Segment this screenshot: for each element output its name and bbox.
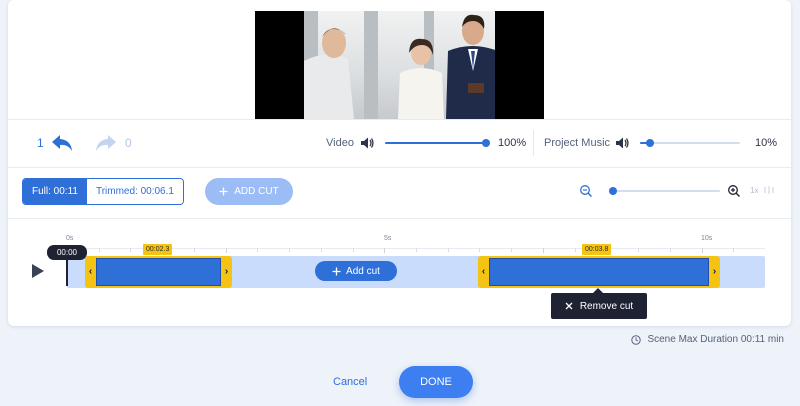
divider-timeline bbox=[8, 218, 791, 219]
ruler-tick bbox=[130, 248, 132, 252]
clip-2[interactable]: ‹ › bbox=[478, 256, 720, 288]
ruler-tick bbox=[416, 248, 417, 252]
clip-1-right-handle[interactable]: › bbox=[221, 256, 232, 288]
ruler-label-5s: 5s bbox=[384, 235, 392, 242]
done-button[interactable]: DONE bbox=[399, 366, 473, 398]
clip-1[interactable]: ‹ › bbox=[85, 256, 232, 288]
clip-2-right-handle[interactable]: › bbox=[709, 256, 720, 288]
clip-1-time-badge: 00:02.3 bbox=[143, 244, 173, 255]
zoom-out-button[interactable] bbox=[579, 184, 593, 198]
undo-arrow-icon bbox=[52, 135, 72, 151]
ruler-tick bbox=[447, 248, 449, 252]
redo-count: 0 bbox=[125, 136, 132, 150]
ruler-tick bbox=[542, 248, 544, 253]
ruler-label-0s: 0s bbox=[66, 235, 74, 242]
video-mute-button[interactable] bbox=[360, 136, 374, 150]
play-icon bbox=[32, 264, 44, 278]
ruler-tick bbox=[669, 248, 671, 252]
play-button[interactable] bbox=[31, 263, 45, 279]
clip-2-body[interactable] bbox=[489, 258, 709, 286]
ruler-tick bbox=[479, 248, 481, 252]
zoom-thumb[interactable] bbox=[609, 187, 617, 195]
clip-2-left-handle[interactable]: ‹ bbox=[478, 256, 489, 288]
zoom-level-label: 1x bbox=[750, 186, 759, 195]
ruler-tick bbox=[225, 248, 227, 253]
clip-2-time-badge: 00:03.8 bbox=[582, 244, 612, 255]
video-volume-fill bbox=[385, 142, 486, 144]
add-cut-inline-button[interactable]: Add cut bbox=[315, 261, 397, 281]
ruler-tick bbox=[384, 248, 386, 253]
ruler-tick bbox=[574, 248, 576, 252]
add-cut-inline-label: Add cut bbox=[346, 265, 380, 277]
video-volume-thumb[interactable] bbox=[482, 139, 490, 147]
video-volume-label: Video bbox=[326, 137, 354, 149]
close-icon bbox=[565, 302, 573, 310]
ruler-tick bbox=[98, 248, 100, 252]
music-volume-slider[interactable] bbox=[640, 139, 740, 147]
ruler-tick bbox=[257, 248, 259, 252]
clip-1-left-handle[interactable]: ‹ bbox=[85, 256, 96, 288]
plus-icon bbox=[219, 187, 228, 196]
speaker-icon bbox=[361, 137, 374, 149]
remove-cut-button[interactable]: Remove cut bbox=[551, 293, 647, 319]
video-volume-value: 100% bbox=[498, 137, 527, 149]
audio-separator bbox=[533, 130, 534, 156]
person-1 bbox=[304, 28, 354, 119]
music-volume-thumb[interactable] bbox=[646, 139, 654, 147]
add-cut-label: ADD CUT bbox=[234, 186, 279, 197]
playhead-time: 00:00 bbox=[47, 245, 87, 260]
clip-1-body[interactable] bbox=[96, 258, 221, 286]
remove-cut-label: Remove cut bbox=[579, 300, 634, 312]
max-duration-label: Scene Max Duration 00:11 min bbox=[647, 334, 784, 345]
ruler-tick bbox=[320, 248, 322, 252]
ruler-tick bbox=[193, 248, 195, 252]
music-volume-label: Project Music bbox=[544, 137, 611, 149]
divider-top bbox=[8, 119, 791, 120]
speaker-icon bbox=[616, 137, 629, 149]
music-volume-value: 10% bbox=[755, 137, 778, 149]
ruler-tick bbox=[511, 248, 513, 252]
video-volume-slider[interactable] bbox=[385, 139, 490, 147]
trim-mode-toggle: Full: 00:11 Trimmed: 00:06.1 bbox=[22, 178, 184, 205]
video-preview[interactable] bbox=[255, 11, 544, 119]
redo-button[interactable] bbox=[94, 133, 118, 153]
trimmed-mode-button[interactable]: Trimmed: 00:06.1 bbox=[86, 179, 183, 204]
clock-icon bbox=[631, 334, 642, 345]
full-mode-button[interactable]: Full: 00:11 bbox=[23, 179, 87, 204]
ruler-tick bbox=[638, 248, 640, 252]
ruler-tick bbox=[701, 248, 703, 253]
zoom-in-icon bbox=[728, 185, 740, 197]
ruler-label-10s: 10s bbox=[701, 235, 713, 242]
add-cut-button[interactable]: ADD CUT bbox=[205, 178, 293, 205]
max-duration-info: Scene Max Duration 00:11 min bbox=[631, 334, 784, 345]
zoom-level-ticks-icon bbox=[764, 186, 774, 194]
redo-arrow-icon bbox=[96, 135, 116, 151]
undo-count: 1 bbox=[37, 136, 44, 150]
zoom-out-icon bbox=[580, 185, 592, 197]
ruler-tick bbox=[733, 248, 735, 252]
timeline: 0s 5s 10s 00:02.3 ‹ › 00:03.8 ‹ › Add cu… bbox=[0, 228, 800, 328]
playhead[interactable] bbox=[66, 258, 68, 286]
cancel-button[interactable]: Cancel bbox=[333, 376, 367, 388]
person-3 bbox=[446, 14, 495, 119]
divider-mid bbox=[8, 167, 791, 168]
video-frame bbox=[304, 11, 495, 119]
undo-button[interactable] bbox=[50, 133, 74, 153]
music-mute-button[interactable] bbox=[615, 136, 629, 150]
ruler-tick bbox=[289, 248, 291, 252]
person-2 bbox=[398, 38, 444, 119]
ruler-tick bbox=[352, 248, 354, 252]
plus-icon bbox=[332, 267, 341, 275]
zoom-in-button[interactable] bbox=[727, 184, 741, 198]
zoom-slider[interactable] bbox=[609, 187, 720, 195]
